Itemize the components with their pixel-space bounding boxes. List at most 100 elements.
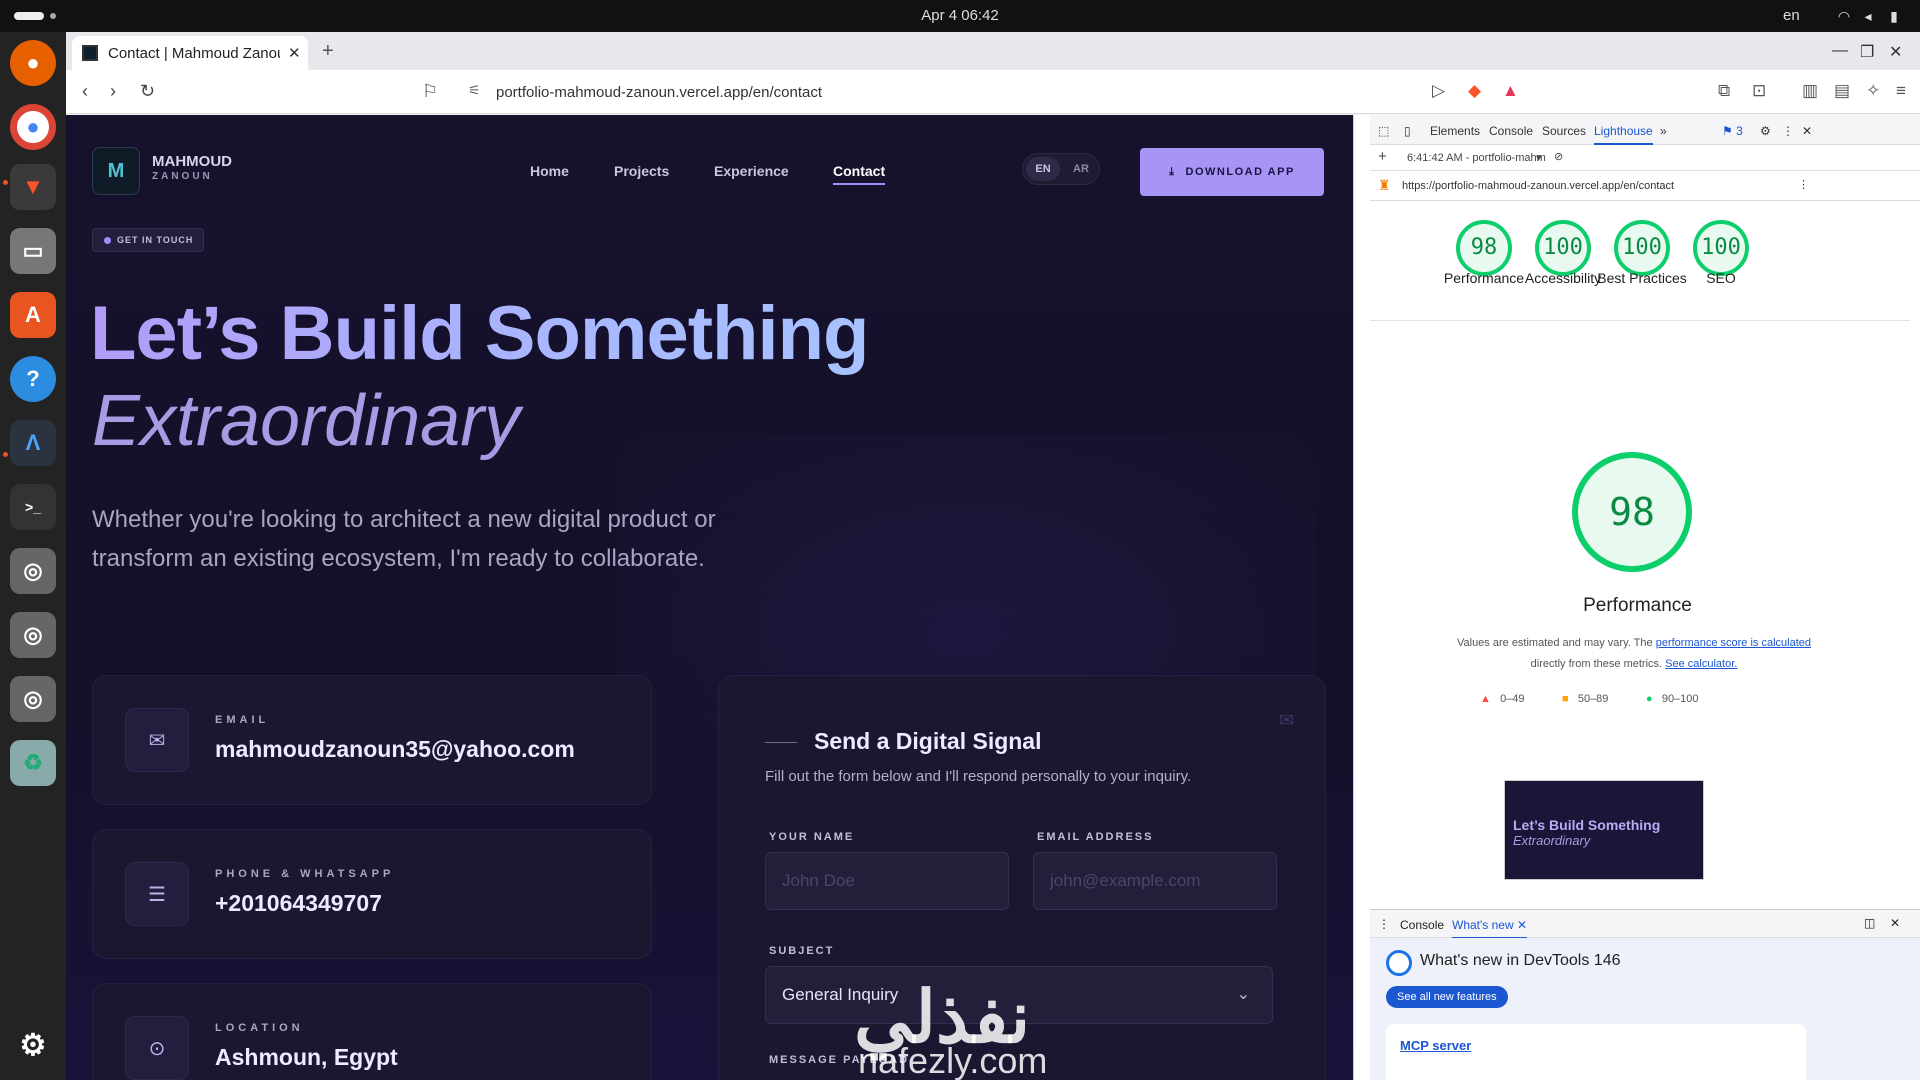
see-all-features-button[interactable]: See all new features <box>1386 986 1508 1008</box>
clock[interactable]: Apr 4 06:42 <box>0 7 1920 24</box>
watermark-url: nafezly.com <box>858 1040 1048 1080</box>
gauge-label-seo: SEO <box>1706 270 1736 286</box>
nav-experience[interactable]: Experience <box>714 163 789 179</box>
nav-projects[interactable]: Projects <box>614 163 669 179</box>
browser-toolbar: ‹ › ↻ ⚐ ⚟ portfolio-mahmoud-zanoun.verce… <box>66 70 1920 114</box>
disc-icon[interactable]: ◎ <box>10 612 56 658</box>
nav-home[interactable]: Home <box>530 163 569 179</box>
close-devtools-icon[interactable]: ✕ <box>1802 124 1812 138</box>
inspect-icon[interactable]: ⬚ <box>1378 124 1389 138</box>
forward-icon[interactable]: › <box>110 81 116 102</box>
site-logo[interactable]: M <box>92 147 140 195</box>
tab-strip: Contact | Mahmoud Zanoun ✕ + — ❐ ✕ <box>66 32 1920 70</box>
score-calculated-link[interactable]: performance score is calculated <box>1656 637 1811 649</box>
menu-icon[interactable]: ≡ <box>1896 81 1906 101</box>
contact-card-location[interactable]: ⊙ LOCATION Ashmoun, Egypt <box>92 983 652 1080</box>
dock: ● ● ▼ ▭ A ? Λ >_ ◎ ◎ ◎ ♻ ⚙ <box>0 32 66 1080</box>
mcp-card[interactable]: MCP server <box>1386 1024 1806 1080</box>
chat-icon: ☰ <box>125 862 189 926</box>
clear-icon[interactable]: ⊘ <box>1554 150 1563 163</box>
tab-elements[interactable]: Elements <box>1430 124 1480 138</box>
maximize-icon[interactable]: ❐ <box>1860 42 1874 62</box>
android-studio-icon[interactable]: Λ <box>10 420 56 466</box>
device-toolbar-icon[interactable]: ▯ <box>1404 124 1411 138</box>
whats-new-title: What's new in DevTools 146 <box>1420 952 1621 969</box>
name-input[interactable]: John Doe <box>765 852 1009 910</box>
extensions-icon[interactable]: ⧉ <box>1718 81 1730 101</box>
browser-tab[interactable]: Contact | Mahmoud Zanoun ✕ <box>72 36 308 70</box>
see-calculator-link[interactable]: See calculator. <box>1665 658 1737 670</box>
report-selector[interactable]: 6:41:42 AM - portfolio-mahm <box>1407 152 1546 164</box>
thumbnail-headline-2: Extraordinary <box>1513 833 1591 848</box>
bookmark-icon[interactable]: ⚐ <box>422 81 438 102</box>
whats-new-panel: What's new in DevTools 146 See all new f… <box>1370 938 1920 1080</box>
close-window-icon[interactable]: ✕ <box>1889 42 1902 62</box>
drawer-tab-whats-new[interactable]: What's new ✕ <box>1452 918 1528 939</box>
drawer-tab-console[interactable]: Console <box>1400 918 1444 932</box>
close-drawer-icon[interactable]: ✕ <box>1890 916 1900 930</box>
lang-ar-button[interactable]: AR <box>1065 157 1097 181</box>
share-icon[interactable]: ▷ <box>1432 81 1445 101</box>
tab-sources[interactable]: Sources <box>1542 124 1586 138</box>
input-language[interactable]: en <box>1783 7 1800 24</box>
show-apps-icon[interactable]: ⚙ <box>10 1022 56 1068</box>
drawer-menu-icon[interactable]: ⋮ <box>1378 917 1390 931</box>
close-tab-icon[interactable]: ✕ <box>288 44 301 62</box>
contact-card-phone[interactable]: ☰ PHONE & WHATSAPP +201064349707 <box>92 829 652 959</box>
legend-fail-label: 0–49 <box>1500 693 1525 705</box>
battery-icon[interactable]: ▮ <box>1886 8 1902 24</box>
devtools-drawer: ⋮ Console What's new ✕ ◫ ✕ What's new in… <box>1370 909 1920 1080</box>
contact-card-email[interactable]: ✉ EMAIL mahmoudzanoun35@yahoo.com <box>92 675 652 805</box>
back-icon[interactable]: ‹ <box>82 81 88 102</box>
help-icon[interactable]: ? <box>10 356 56 402</box>
issues-badge[interactable]: ⚑ 3 <box>1722 124 1743 138</box>
brave-icon[interactable]: ▼ <box>10 164 56 210</box>
brand-name[interactable]: MAHMOUD <box>152 153 232 170</box>
dropdown-icon[interactable]: ▾ <box>1536 151 1542 164</box>
form-title: Send a Digital Signal <box>814 728 1042 754</box>
more-options-icon[interactable]: ⋮ <box>1782 124 1794 138</box>
terminal-icon[interactable]: >_ <box>10 484 56 530</box>
wifi-icon[interactable]: ◠ <box>1836 8 1852 24</box>
reload-icon[interactable]: ↻ <box>140 81 155 102</box>
wallet-icon[interactable]: ▤ <box>1834 81 1850 101</box>
more-tabs-icon[interactable]: » <box>1660 124 1667 138</box>
disc-icon[interactable]: ◎ <box>10 676 56 722</box>
mcp-link[interactable]: MCP server <box>1400 1038 1471 1053</box>
report-url[interactable]: https://portfolio-mahmoud-zanoun.vercel.… <box>1402 180 1674 192</box>
download-app-button[interactable]: ⤓ DOWNLOAD APP <box>1140 148 1324 196</box>
translate-icon[interactable]: ⊡ <box>1752 81 1766 101</box>
volume-icon[interactable]: ◂ <box>1860 8 1876 24</box>
nav-contact[interactable]: Contact <box>833 163 886 185</box>
chrome-devtools-icon <box>1386 950 1412 976</box>
card-value: +201064349707 <box>215 890 382 916</box>
brand-subname[interactable]: ZANOUN <box>152 171 213 182</box>
hero-subtitle: Whether you're looking to architect a ne… <box>92 506 716 572</box>
report-menu-icon[interactable]: ⋮ <box>1798 178 1809 191</box>
lang-en-button[interactable]: EN <box>1026 157 1060 181</box>
site-info-icon[interactable]: ⚟ <box>468 82 481 99</box>
issues-count: 3 <box>1736 124 1743 138</box>
firefox-icon[interactable]: ● <box>10 40 56 86</box>
tab-console[interactable]: Console <box>1489 124 1533 138</box>
page-screenshot-thumbnail[interactable]: Let’s Build Something Extraordinary <box>1504 780 1704 880</box>
email-input[interactable]: john@example.com <box>1033 852 1277 910</box>
dock-side-icon[interactable]: ◫ <box>1864 916 1875 930</box>
headline-line-2: Extraordinary <box>92 381 521 461</box>
files-icon[interactable]: ▭ <box>10 228 56 274</box>
tab-lighthouse[interactable]: Lighthouse <box>1594 124 1653 145</box>
new-tab-icon[interactable]: + <box>322 40 334 63</box>
chrome-icon[interactable]: ● <box>10 104 56 150</box>
trash-icon[interactable]: ♻ <box>10 740 56 786</box>
address-bar[interactable]: ⚟ portfolio-mahmoud-zanoun.vercel.app/en… <box>454 75 1598 109</box>
settings-gear-icon[interactable]: ⚙ <box>1760 124 1771 138</box>
leo-ai-icon[interactable]: ✧ <box>1866 81 1880 101</box>
app-center-icon[interactable]: A <box>10 292 56 338</box>
brave-shields-icon[interactable]: ◆ <box>1468 81 1481 101</box>
minimize-icon[interactable]: — <box>1832 42 1848 60</box>
disc-icon[interactable]: ◎ <box>10 548 56 594</box>
add-report-icon[interactable]: + <box>1378 148 1387 165</box>
brave-rewards-icon[interactable]: ▲ <box>1502 81 1519 101</box>
sidebar-icon[interactable]: ▥ <box>1802 81 1818 101</box>
circle-icon: ● <box>1646 693 1653 705</box>
